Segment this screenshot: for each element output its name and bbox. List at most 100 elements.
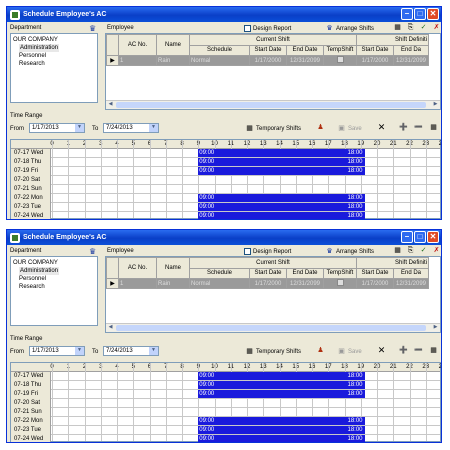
col-ac-no[interactable]: AC No. (118, 34, 157, 56)
minimize-button[interactable]: – (401, 231, 413, 243)
scroll-thumb[interactable] (116, 325, 426, 331)
from-date-picker[interactable]: 1/17/2013 ▼ (29, 346, 85, 356)
col-schedule[interactable]: Schedule (189, 44, 250, 56)
col-tempshift[interactable]: TempShift (323, 267, 357, 279)
schedule-row[interactable]: 07-21 Sun (11, 408, 440, 417)
plus-icon[interactable]: ➕ (399, 346, 408, 355)
department-tree[interactable]: OUR COMPANY Administration Personnel Res… (10, 33, 98, 103)
to-date-picker[interactable]: 7/24/2013 ▼ (103, 346, 159, 356)
col-end-date[interactable]: End Date (286, 267, 324, 279)
cell-tempshift[interactable] (323, 55, 357, 66)
checkbox-box[interactable] (244, 25, 251, 32)
scroll-right-icon[interactable]: ▶ (431, 101, 440, 109)
minus-icon[interactable]: ➖ (414, 123, 423, 132)
chevron-down-icon[interactable]: ▼ (75, 347, 84, 355)
clear-icon[interactable]: ▦ (429, 346, 438, 355)
schedule-row[interactable]: 07-24 Wed 09:00 18:00 (11, 435, 440, 442)
add-person-icon[interactable]: ♟ (316, 346, 325, 355)
add-person-icon[interactable]: ♟ (316, 123, 325, 132)
tree-item-personnel[interactable]: Personnel (13, 52, 95, 60)
shift-bar[interactable]: 09:00 18:00 (198, 194, 365, 202)
col-ac-no[interactable]: AC No. (118, 257, 157, 279)
cell-def-start[interactable]: 1/17/2000 (356, 278, 394, 289)
tempshift-checkbox[interactable] (336, 279, 344, 286)
temporary-shifts-button[interactable]: ▦ Temporary Shifts (245, 124, 301, 133)
cell-def-start[interactable]: 1/17/2000 (356, 55, 394, 66)
cell-ac-no[interactable]: 1 (118, 278, 157, 289)
shift-bar[interactable]: 09:00 18:00 (198, 417, 365, 425)
department-tree[interactable]: OUR COMPANY Administration Personnel Res… (10, 256, 98, 326)
cell-start-date[interactable]: 1/17/2000 (249, 55, 287, 66)
from-date-picker[interactable]: 1/17/2013 ▼ (29, 123, 85, 133)
maximize-button[interactable]: □ (414, 231, 426, 243)
department-icon[interactable]: ♛ (89, 24, 96, 33)
tree-item-administration[interactable]: Administration (19, 44, 60, 52)
save-button[interactable]: ▣ Save (337, 347, 362, 356)
clear-icon[interactable]: ▦ (429, 123, 438, 132)
schedule-row[interactable]: 07-17 Wed 09:00 18:00 (11, 149, 440, 158)
schedule-row[interactable]: 07-20 Sat (11, 399, 440, 408)
cell-def-end[interactable]: 12/31/2099 (393, 55, 429, 66)
cell-def-end[interactable]: 12/31/2099 (393, 278, 429, 289)
horizontal-scrollbar[interactable]: ◀ ▶ (106, 100, 440, 109)
tree-item-root[interactable]: OUR COMPANY (13, 259, 95, 267)
tree-item-personnel[interactable]: Personnel (13, 275, 95, 283)
check-icon[interactable]: ✓ (419, 23, 428, 32)
schedule-row[interactable]: 07-22 Mon 09:00 18:00 (11, 194, 440, 203)
shift-bar[interactable]: 09:00 18:00 (198, 426, 365, 434)
schedule-row[interactable]: 07-19 Fri 09:00 18:00 (11, 390, 440, 399)
close-button[interactable]: ✕ (427, 8, 439, 20)
shift-bar[interactable]: 09:00 18:00 (198, 212, 365, 219)
scroll-left-icon[interactable]: ◀ (106, 101, 115, 109)
temporary-shifts-button[interactable]: ▦ Temporary Shifts (245, 347, 301, 356)
tree-item-root[interactable]: OUR COMPANY (13, 36, 95, 44)
col-schedule[interactable]: Schedule (189, 267, 250, 279)
table-row[interactable]: ▶ 1 Rain Normal 1/17/2000 12/31/2099 1/1… (106, 278, 429, 289)
shift-bar[interactable]: 09:00 18:00 (198, 390, 365, 398)
chevron-down-icon[interactable]: ▼ (75, 124, 84, 132)
arrange-shifts-button[interactable]: ♛ Arrange Shifts (325, 24, 374, 33)
close-x-icon[interactable]: ✗ (432, 246, 441, 255)
col-start-date[interactable]: Start Date (249, 44, 287, 56)
design-report-checkbox[interactable]: Design Report (244, 248, 291, 255)
col-def-start-date[interactable]: Start Date (356, 267, 394, 279)
col-start-date[interactable]: Start Date (249, 267, 287, 279)
schedule-row[interactable]: 07-20 Sat (11, 176, 440, 185)
cell-name[interactable]: Rain (156, 278, 190, 289)
check-icon[interactable]: ✓ (419, 246, 428, 255)
tempshift-checkbox[interactable] (336, 56, 344, 63)
horizontal-scrollbar[interactable]: ◀ ▶ (106, 323, 440, 332)
chevron-down-icon[interactable]: ▼ (149, 124, 158, 132)
delete-icon[interactable]: ✕ (377, 123, 386, 132)
calendar-icon[interactable]: ▦ (393, 246, 402, 255)
schedule-row[interactable]: 07-22 Mon 09:00 18:00 (11, 417, 440, 426)
chevron-down-icon[interactable]: ▼ (149, 347, 158, 355)
col-end-date[interactable]: End Date (286, 44, 324, 56)
employee-grid[interactable]: AC No. Name Current Shift Shift Definiti… (105, 33, 441, 110)
scroll-left-icon[interactable]: ◀ (106, 324, 115, 332)
employee-grid[interactable]: AC No. Name Current Shift Shift Definiti… (105, 256, 441, 333)
shift-bar[interactable]: 09:00 18:00 (198, 435, 365, 442)
cell-schedule[interactable]: Normal (189, 55, 250, 66)
row-selector[interactable]: ▶ (106, 278, 119, 289)
minimize-button[interactable]: – (401, 8, 413, 20)
scroll-right-icon[interactable]: ▶ (431, 324, 440, 332)
schedule-row[interactable]: 07-17 Wed 09:00 18:00 (11, 372, 440, 381)
schedule-row[interactable]: 07-18 Thu 09:00 18:00 (11, 381, 440, 390)
cell-tempshift[interactable] (323, 278, 357, 289)
schedule-row[interactable]: 07-21 Sun (11, 185, 440, 194)
shift-bar[interactable]: 09:00 18:00 (198, 203, 365, 211)
maximize-button[interactable]: □ (414, 8, 426, 20)
cell-end-date[interactable]: 12/31/2099 (286, 55, 324, 66)
close-x-icon[interactable]: ✗ (432, 23, 441, 32)
table-row[interactable]: ▶ 1 Rain Normal 1/17/2000 12/31/2099 1/1… (106, 55, 429, 66)
col-tempshift[interactable]: TempShift (323, 44, 357, 56)
cell-end-date[interactable]: 12/31/2099 (286, 278, 324, 289)
row-selector[interactable]: ▶ (106, 55, 119, 66)
schedule-row[interactable]: 07-19 Fri 09:00 18:00 (11, 167, 440, 176)
cell-name[interactable]: Rain (156, 55, 190, 66)
printer-icon[interactable]: ⎘ (406, 23, 415, 32)
shift-bar[interactable]: 09:00 18:00 (198, 149, 365, 157)
col-def-start-date[interactable]: Start Date (356, 44, 394, 56)
col-def-end-date[interactable]: End Da (393, 267, 429, 279)
